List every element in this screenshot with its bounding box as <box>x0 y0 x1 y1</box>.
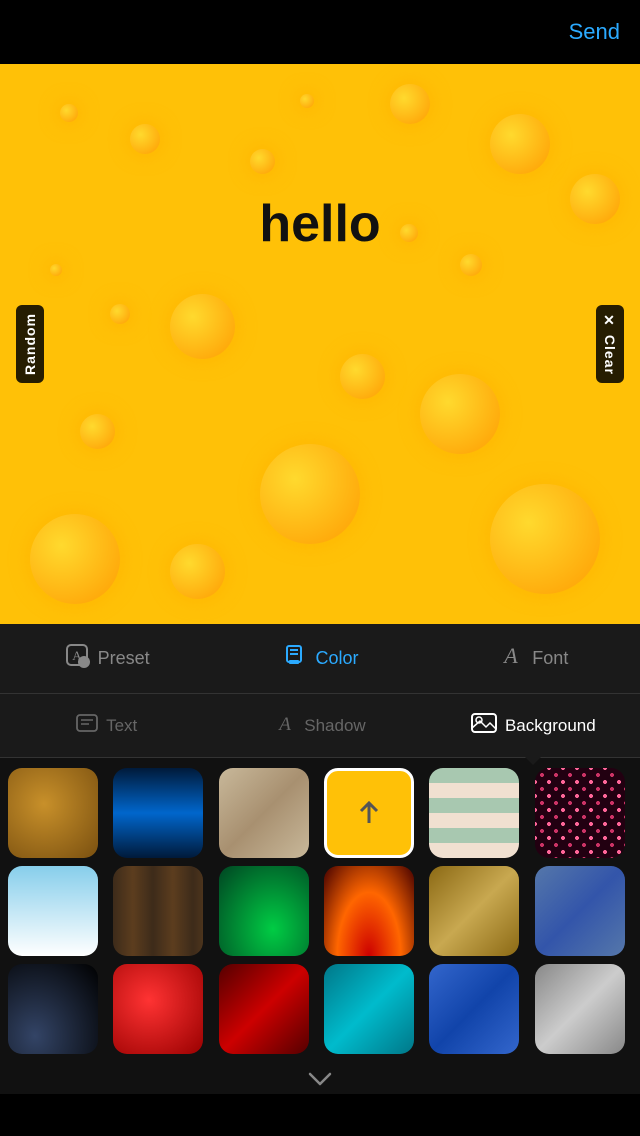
bg-thumb-gray-stone[interactable] <box>535 964 625 1054</box>
bubble-decoration <box>340 354 385 399</box>
bubble-decoration <box>250 149 275 174</box>
bubble-decoration <box>400 224 418 242</box>
bubble-decoration <box>420 374 500 454</box>
bubble-decoration <box>570 174 620 224</box>
bg-thumb-wood[interactable] <box>113 866 203 956</box>
bg-thumb-red-circle[interactable] <box>113 964 203 1054</box>
bubble-decoration <box>170 294 235 359</box>
bubble-decoration <box>260 444 360 544</box>
background-icon <box>471 712 497 740</box>
tab-text[interactable]: Text <box>0 694 213 757</box>
bg-thumb-swirl-green[interactable] <box>219 866 309 956</box>
tab-color[interactable]: Color <box>213 624 426 693</box>
bottom-toolbar: A Preset Color A <box>0 624 640 1094</box>
canvas-text[interactable]: hello <box>259 194 380 254</box>
top-bar: Send <box>0 0 640 64</box>
tab-bar-1: A Preset Color A <box>0 624 640 694</box>
bg-thumb-stripes[interactable] <box>429 768 519 858</box>
bubble-decoration <box>130 124 160 154</box>
bubble-decoration <box>110 304 130 324</box>
bubble-decoration <box>80 414 115 449</box>
bg-thumb-teal[interactable] <box>324 964 414 1054</box>
bubble-decoration <box>490 114 550 174</box>
background-grid <box>0 758 640 1064</box>
tab-text-label: Text <box>106 716 137 736</box>
tab-shadow-label: Shadow <box>304 716 365 736</box>
svg-text:A: A <box>277 714 291 734</box>
font-icon: A <box>498 642 524 675</box>
text-icon <box>76 712 98 740</box>
tab-shadow[interactable]: A Shadow <box>213 694 426 757</box>
bg-thumb-gold[interactable] <box>8 768 98 858</box>
bubble-decoration <box>460 254 482 276</box>
bubble-decoration <box>300 94 314 108</box>
bubble-decoration <box>50 264 62 276</box>
bg-thumb-pink-dots[interactable] <box>535 768 625 858</box>
bg-thumb-yellow-bubbles[interactable] <box>324 768 414 858</box>
tab-bar-2: Text A Shadow Background <box>0 694 640 758</box>
tab-color-label: Color <box>315 648 358 669</box>
preset-icon: A <box>64 642 90 675</box>
bubble-decoration <box>30 514 120 604</box>
bg-thumb-blue-rain[interactable] <box>113 768 203 858</box>
clear-button[interactable]: ✕ Clear <box>596 305 624 383</box>
color-icon <box>281 642 307 675</box>
bubble-decoration <box>60 104 78 122</box>
bg-thumb-smoke[interactable] <box>8 964 98 1054</box>
canvas-area: hello Random ✕ Clear <box>0 64 640 624</box>
tab-font-label: Font <box>532 648 568 669</box>
random-button[interactable]: Random <box>16 305 44 383</box>
bg-thumb-dandelion[interactable] <box>8 866 98 956</box>
shadow-icon: A <box>274 712 296 740</box>
svg-text:A: A <box>503 643 519 668</box>
bubble-decoration <box>390 84 430 124</box>
bg-thumb-gold-pattern[interactable] <box>429 866 519 956</box>
send-button[interactable]: Send <box>569 19 620 45</box>
tab-background[interactable]: Background <box>427 694 640 757</box>
bg-thumb-blue-texture[interactable] <box>429 964 519 1054</box>
tab-font[interactable]: A Font <box>427 624 640 693</box>
bubble-decoration <box>490 484 600 594</box>
scroll-down-button[interactable] <box>0 1064 640 1094</box>
bg-thumb-paper[interactable] <box>219 768 309 858</box>
tab-background-label: Background <box>505 716 596 736</box>
bg-thumb-denim[interactable] <box>535 866 625 956</box>
bg-thumb-red-dark[interactable] <box>219 964 309 1054</box>
bubble-decoration <box>170 544 225 599</box>
tab-preset-label: Preset <box>98 648 150 669</box>
tab-preset[interactable]: A Preset <box>0 624 213 693</box>
bg-thumb-red-rays[interactable] <box>324 866 414 956</box>
